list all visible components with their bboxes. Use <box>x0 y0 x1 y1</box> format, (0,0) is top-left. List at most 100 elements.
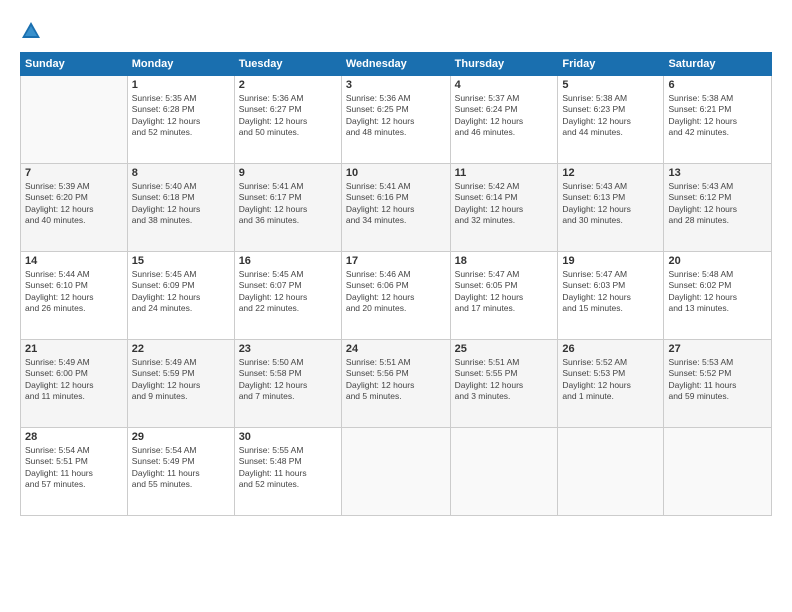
calendar-cell <box>21 76 128 164</box>
calendar-cell: 3Sunrise: 5:36 AM Sunset: 6:25 PM Daylig… <box>341 76 450 164</box>
calendar-week-row: 21 Sunrise: 5:49 AM Sunset: 6:00 PM Dayli… <box>21 340 772 428</box>
day-info: Sunrise: 5:47 AM Sunset: 6:03 PM Dayligh… <box>562 269 659 315</box>
day-number: 18 <box>455 255 554 267</box>
calendar-cell: 15 Sunrise: 5:45 AM Sunset: 6:09 PM Dayli… <box>127 252 234 340</box>
day-info: Sunrise: 5:38 AM Sunset: 6:21 PM Dayligh… <box>668 93 767 139</box>
day-number: 11 <box>455 167 554 179</box>
calendar-cell <box>558 428 664 516</box>
day-number: 2 <box>239 79 337 91</box>
day-info: Sunrise: 5:49 AM Sunset: 6:00 PM Dayligh… <box>25 357 123 403</box>
calendar-cell <box>664 428 772 516</box>
day-info: Sunrise: 5:36 AM Sunset: 6:27 PM Dayligh… <box>239 93 337 139</box>
calendar-cell: 14 Sunrise: 5:44 AM Sunset: 6:10 PM Dayli… <box>21 252 128 340</box>
calendar-cell: 4 Sunrise: 5:37 AM Sunset: 6:24 PM Daylig… <box>450 76 558 164</box>
day-info: Sunrise: 5:44 AM Sunset: 6:10 PM Dayligh… <box>25 269 123 315</box>
calendar-cell: 8 Sunrise: 5:40 AM Sunset: 6:18 PM Daylig… <box>127 164 234 252</box>
day-info: Sunrise: 5:55 AM Sunset: 5:48 PM Dayligh… <box>239 445 337 491</box>
day-number: 10 <box>346 167 446 179</box>
day-header-thursday: Thursday <box>450 53 558 76</box>
day-number: 14 <box>25 255 123 267</box>
day-number: 4 <box>455 79 554 91</box>
day-number: 28 <box>25 431 123 443</box>
calendar-cell: 23 Sunrise: 5:50 AM Sunset: 5:58 PM Dayli… <box>234 340 341 428</box>
calendar-cell: 19 Sunrise: 5:47 AM Sunset: 6:03 PM Dayli… <box>558 252 664 340</box>
day-info: Sunrise: 5:40 AM Sunset: 6:18 PM Dayligh… <box>132 181 230 227</box>
day-number: 30 <box>239 431 337 443</box>
calendar-cell <box>341 428 450 516</box>
day-number: 27 <box>668 343 767 355</box>
calendar-cell: 25 Sunrise: 5:51 AM Sunset: 5:55 PM Dayli… <box>450 340 558 428</box>
calendar: SundayMondayTuesdayWednesdayThursdayFrid… <box>20 52 772 516</box>
calendar-cell: 27Sunrise: 5:53 AM Sunset: 5:52 PM Dayli… <box>664 340 772 428</box>
page: SundayMondayTuesdayWednesdayThursdayFrid… <box>0 0 792 612</box>
day-info: Sunrise: 5:50 AM Sunset: 5:58 PM Dayligh… <box>239 357 337 403</box>
day-number: 6 <box>668 79 767 91</box>
calendar-cell <box>450 428 558 516</box>
day-number: 25 <box>455 343 554 355</box>
day-info: Sunrise: 5:43 AM Sunset: 6:12 PM Dayligh… <box>668 181 767 227</box>
day-number: 15 <box>132 255 230 267</box>
calendar-week-row: 1 Sunrise: 5:35 AM Sunset: 6:28 PM Daylig… <box>21 76 772 164</box>
day-number: 16 <box>239 255 337 267</box>
calendar-cell: 22 Sunrise: 5:49 AM Sunset: 5:59 PM Dayli… <box>127 340 234 428</box>
day-header-monday: Monday <box>127 53 234 76</box>
calendar-cell: 16 Sunrise: 5:45 AM Sunset: 6:07 PM Dayli… <box>234 252 341 340</box>
day-info: Sunrise: 5:51 AM Sunset: 5:55 PM Dayligh… <box>455 357 554 403</box>
day-number: 29 <box>132 431 230 443</box>
day-number: 21 <box>25 343 123 355</box>
header <box>20 18 772 42</box>
day-number: 12 <box>562 167 659 179</box>
day-info: Sunrise: 5:39 AM Sunset: 6:20 PM Dayligh… <box>25 181 123 227</box>
day-number: 22 <box>132 343 230 355</box>
calendar-cell: 20 Sunrise: 5:48 AM Sunset: 6:02 PM Dayli… <box>664 252 772 340</box>
calendar-cell: 1 Sunrise: 5:35 AM Sunset: 6:28 PM Daylig… <box>127 76 234 164</box>
calendar-cell: 11 Sunrise: 5:42 AM Sunset: 6:14 PM Dayli… <box>450 164 558 252</box>
day-number: 26 <box>562 343 659 355</box>
day-number: 13 <box>668 167 767 179</box>
day-number: 1 <box>132 79 230 91</box>
calendar-cell: 5Sunrise: 5:38 AM Sunset: 6:23 PM Daylig… <box>558 76 664 164</box>
day-number: 24 <box>346 343 446 355</box>
calendar-header-row: SundayMondayTuesdayWednesdayThursdayFrid… <box>21 53 772 76</box>
calendar-cell: 18 Sunrise: 5:47 AM Sunset: 6:05 PM Dayli… <box>450 252 558 340</box>
calendar-cell: 13 Sunrise: 5:43 AM Sunset: 6:12 PM Dayli… <box>664 164 772 252</box>
day-number: 20 <box>668 255 767 267</box>
day-number: 23 <box>239 343 337 355</box>
calendar-cell: 26 Sunrise: 5:52 AM Sunset: 5:53 PM Dayli… <box>558 340 664 428</box>
calendar-cell: 2 Sunrise: 5:36 AM Sunset: 6:27 PM Daylig… <box>234 76 341 164</box>
day-info: Sunrise: 5:51 AM Sunset: 5:56 PM Dayligh… <box>346 357 446 403</box>
day-number: 8 <box>132 167 230 179</box>
calendar-cell: 30 Sunrise: 5:55 AM Sunset: 5:48 PM Dayli… <box>234 428 341 516</box>
calendar-cell: 7 Sunrise: 5:39 AM Sunset: 6:20 PM Daylig… <box>21 164 128 252</box>
calendar-cell: 9Sunrise: 5:41 AM Sunset: 6:17 PM Daylig… <box>234 164 341 252</box>
calendar-cell: 28Sunrise: 5:54 AM Sunset: 5:51 PM Dayli… <box>21 428 128 516</box>
day-header-friday: Friday <box>558 53 664 76</box>
day-info: Sunrise: 5:35 AM Sunset: 6:28 PM Dayligh… <box>132 93 230 139</box>
day-info: Sunrise: 5:47 AM Sunset: 6:05 PM Dayligh… <box>455 269 554 315</box>
day-info: Sunrise: 5:45 AM Sunset: 6:09 PM Dayligh… <box>132 269 230 315</box>
day-info: Sunrise: 5:36 AM Sunset: 6:25 PM Dayligh… <box>346 93 446 139</box>
calendar-cell: 29Sunrise: 5:54 AM Sunset: 5:49 PM Dayli… <box>127 428 234 516</box>
day-info: Sunrise: 5:49 AM Sunset: 5:59 PM Dayligh… <box>132 357 230 403</box>
calendar-cell: 24 Sunrise: 5:51 AM Sunset: 5:56 PM Dayli… <box>341 340 450 428</box>
day-number: 7 <box>25 167 123 179</box>
logo <box>20 18 46 42</box>
calendar-cell: 17Sunrise: 5:46 AM Sunset: 6:06 PM Dayli… <box>341 252 450 340</box>
calendar-week-row: 28Sunrise: 5:54 AM Sunset: 5:51 PM Dayli… <box>21 428 772 516</box>
calendar-cell: 21 Sunrise: 5:49 AM Sunset: 6:00 PM Dayli… <box>21 340 128 428</box>
calendar-cell: 10 Sunrise: 5:41 AM Sunset: 6:16 PM Dayli… <box>341 164 450 252</box>
day-info: Sunrise: 5:43 AM Sunset: 6:13 PM Dayligh… <box>562 181 659 227</box>
calendar-cell: 6 Sunrise: 5:38 AM Sunset: 6:21 PM Daylig… <box>664 76 772 164</box>
day-header-saturday: Saturday <box>664 53 772 76</box>
day-header-sunday: Sunday <box>21 53 128 76</box>
day-info: Sunrise: 5:45 AM Sunset: 6:07 PM Dayligh… <box>239 269 337 315</box>
day-header-tuesday: Tuesday <box>234 53 341 76</box>
day-info: Sunrise: 5:37 AM Sunset: 6:24 PM Dayligh… <box>455 93 554 139</box>
day-info: Sunrise: 5:42 AM Sunset: 6:14 PM Dayligh… <box>455 181 554 227</box>
day-number: 19 <box>562 255 659 267</box>
day-info: Sunrise: 5:38 AM Sunset: 6:23 PM Dayligh… <box>562 93 659 139</box>
day-info: Sunrise: 5:41 AM Sunset: 6:16 PM Dayligh… <box>346 181 446 227</box>
day-info: Sunrise: 5:48 AM Sunset: 6:02 PM Dayligh… <box>668 269 767 315</box>
day-info: Sunrise: 5:52 AM Sunset: 5:53 PM Dayligh… <box>562 357 659 403</box>
day-info: Sunrise: 5:41 AM Sunset: 6:17 PM Dayligh… <box>239 181 337 227</box>
